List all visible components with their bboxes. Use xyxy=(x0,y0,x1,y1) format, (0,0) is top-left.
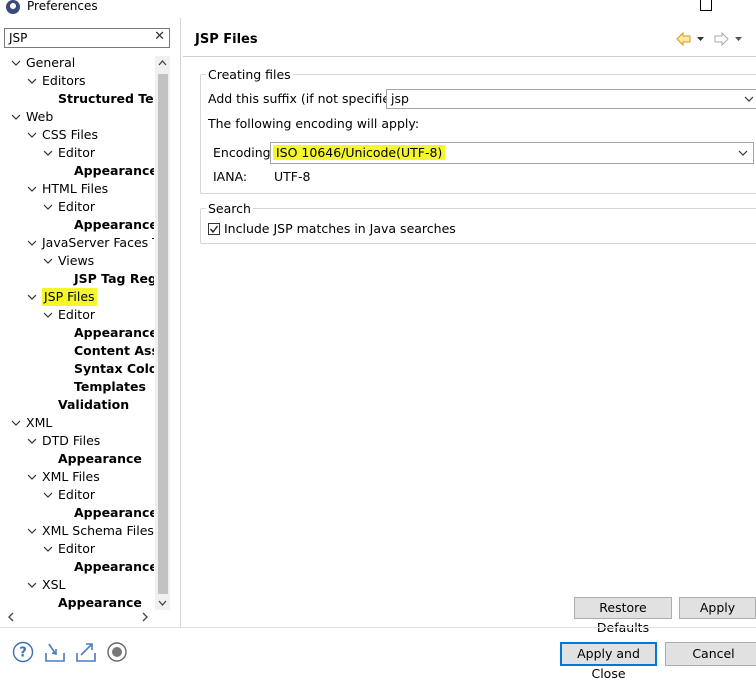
chevron-down-icon[interactable] xyxy=(27,526,37,536)
chevron-down-icon[interactable] xyxy=(43,490,53,500)
tree-item-label: Appearance xyxy=(74,217,154,232)
suffix-combo-value: jsp xyxy=(391,91,409,106)
tree-item-label: Editor xyxy=(58,199,95,214)
forward-arrow-icon[interactable] xyxy=(714,31,729,47)
history-navigation xyxy=(676,31,756,47)
tree-item-label: Editor xyxy=(58,145,95,160)
tree-item-label: HTML Files xyxy=(42,181,109,196)
iana-label: IANA: xyxy=(213,169,248,184)
tree-horizontal-scrollbar[interactable] xyxy=(0,610,156,625)
import-icon[interactable] xyxy=(44,641,66,663)
tree-item-label: Editor xyxy=(58,307,95,322)
chevron-down-icon[interactable] xyxy=(43,544,53,554)
tree-item-label: XML Schema Files xyxy=(42,523,154,538)
restore-defaults-button[interactable]: Restore Defaults xyxy=(574,597,672,635)
chevron-down-icon[interactable] xyxy=(43,256,53,266)
tree-item-label: JavaServer Faces Too xyxy=(42,235,154,250)
suffix-combo[interactable]: jsp xyxy=(386,89,756,109)
chevron-down-icon[interactable] xyxy=(27,292,37,302)
chevron-down-icon[interactable] xyxy=(11,112,21,122)
tree-item-label: DTD Files xyxy=(42,433,101,448)
tree-item-label: JSP Tag Regis xyxy=(74,271,154,286)
tree-item-label: CSS Files xyxy=(42,127,98,142)
tree-item-label: Appearance xyxy=(58,451,142,466)
back-arrow-icon[interactable] xyxy=(676,31,691,47)
apply-button[interactable]: Apply xyxy=(679,597,756,619)
tree-vertical-scrollbar[interactable] xyxy=(155,56,170,610)
chevron-down-icon[interactable] xyxy=(43,202,53,212)
tree-item-label: Templates xyxy=(74,379,146,394)
chevron-down-icon[interactable] xyxy=(27,184,37,194)
chevron-down-icon[interactable] xyxy=(27,130,37,140)
iana-value: UTF-8 xyxy=(274,169,311,184)
include-jsp-checkbox[interactable] xyxy=(208,223,220,235)
bottom-separator xyxy=(0,627,756,628)
title-bar: Preferences xyxy=(0,0,756,18)
chevron-down-icon xyxy=(738,150,748,156)
chevron-down-icon[interactable] xyxy=(43,310,53,320)
scroll-right-icon[interactable] xyxy=(140,610,150,627)
chevron-down-icon[interactable] xyxy=(27,580,37,590)
chevron-down-icon[interactable] xyxy=(27,472,37,482)
scrollbar-thumb[interactable] xyxy=(158,74,168,594)
forward-menu-chevron-icon[interactable] xyxy=(735,37,742,41)
record-icon[interactable] xyxy=(106,641,128,663)
tree-item-label: Editors xyxy=(42,73,86,88)
chevron-down-icon[interactable] xyxy=(27,238,37,248)
tree-item-label: Appearance xyxy=(74,325,154,340)
maximize-button[interactable] xyxy=(700,0,712,11)
chevron-down-icon[interactable] xyxy=(11,58,21,68)
encoding-combo-value: ISO 10646/Unicode(UTF-8) xyxy=(273,145,446,160)
chevron-down-icon[interactable] xyxy=(11,418,21,428)
help-icon[interactable]: ? xyxy=(12,641,34,663)
tree-item-label: JSP Files xyxy=(42,288,97,306)
pane-divider[interactable] xyxy=(180,18,181,628)
svg-text:?: ? xyxy=(19,646,27,661)
export-icon[interactable] xyxy=(75,641,97,663)
creating-files-group-label: Creating files xyxy=(206,67,293,82)
tree-item-label: Appearance xyxy=(74,505,154,520)
chevron-down-icon[interactable] xyxy=(43,148,53,158)
filter-input[interactable]: JSP ✕ xyxy=(4,28,170,48)
include-jsp-label[interactable]: Include JSP matches in Java searches xyxy=(224,221,456,236)
tree-item-label: Syntax Colorir xyxy=(74,361,154,376)
tree-item-label: Editor xyxy=(58,487,95,502)
encoding-combo[interactable]: ISO 10646/Unicode(UTF-8) xyxy=(270,142,754,164)
encoding-label: Encoding: xyxy=(213,145,275,160)
filter-input-value: JSP xyxy=(9,31,28,45)
apply-and-close-button[interactable]: Apply and Close xyxy=(560,642,657,681)
tree-item-label: XML Files xyxy=(42,469,100,484)
tree-item-label: Validation xyxy=(58,397,130,412)
search-group-label: Search xyxy=(206,201,253,216)
tree-item-label: Appearance xyxy=(74,163,154,178)
title-separator xyxy=(183,56,756,57)
encoding-intro-label: The following encoding will apply: xyxy=(208,116,420,131)
chevron-down-icon[interactable] xyxy=(27,436,37,446)
checkmark-icon xyxy=(209,225,219,234)
suffix-label: Add this suffix (if not specified): xyxy=(208,91,408,106)
tree-item-label: General xyxy=(26,55,76,70)
scroll-up-icon[interactable] xyxy=(155,56,170,70)
tree-item-label: Editor xyxy=(58,541,95,556)
page-title: JSP Files xyxy=(195,32,258,47)
scroll-left-icon[interactable] xyxy=(6,610,16,627)
scroll-down-icon[interactable] xyxy=(155,596,170,610)
tree-item-label: Content Assis xyxy=(74,343,154,358)
app-icon xyxy=(6,0,20,14)
clear-filter-icon[interactable]: ✕ xyxy=(154,29,165,44)
tree-item-label: XSL xyxy=(42,577,66,592)
tree-item-label: Structured Text xyxy=(58,91,154,106)
tree-item-label: XML xyxy=(26,415,53,430)
back-menu-chevron-icon[interactable] xyxy=(697,37,704,41)
window-title: Preferences xyxy=(27,0,98,13)
cancel-button[interactable]: Cancel xyxy=(665,642,756,666)
preference-tree[interactable]: General Editors Structured Text Web CSS File… xyxy=(0,54,154,612)
chevron-down-icon[interactable] xyxy=(27,76,37,86)
chevron-down-icon xyxy=(744,96,754,102)
tree-item-label: Appearance xyxy=(74,559,154,574)
tree-item-label: Web xyxy=(26,109,54,124)
tree-item-label: Views xyxy=(58,253,95,268)
